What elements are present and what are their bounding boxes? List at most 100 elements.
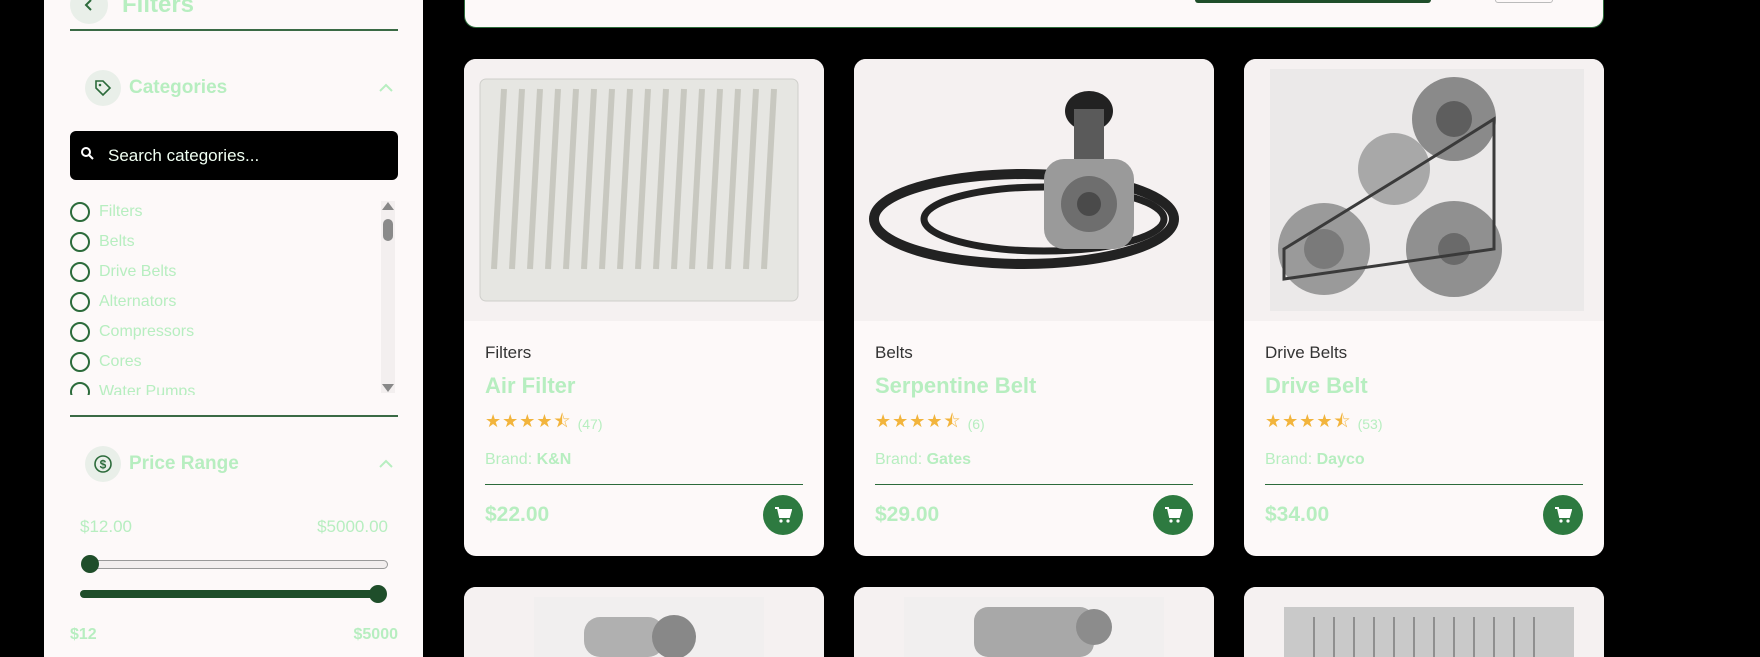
add-to-cart-button[interactable] [763,495,803,535]
product-rating: ★★★★⯪ (53) [1265,409,1583,439]
category-label: Water Pumps [99,383,196,395]
price-range-section-header[interactable]: $ Price Range [85,446,398,482]
list-item[interactable]: Alternators [70,287,370,317]
price-min-slider[interactable] [85,560,388,569]
divider [875,484,1193,485]
chevron-left-icon[interactable] [70,0,108,24]
product-brand: Brand: K&N [485,451,803,469]
product-rating: ★★★★⯪ (6) [875,409,1193,439]
list-item[interactable]: Belts [70,227,370,257]
scroll-thumb[interactable] [383,219,393,241]
divider [1265,484,1583,485]
product-category: Drive Belts [1265,343,1348,362]
radio-button[interactable] [70,352,90,372]
review-count: (6) [967,416,985,432]
review-count: (53) [1357,416,1383,432]
brand-value: K&N [536,451,572,468]
price-min-handle[interactable] [81,555,99,573]
scroll-up-icon[interactable] [382,202,394,210]
category-label: Alternators [99,293,177,310]
cart-icon [1555,507,1572,523]
product-card[interactable] [854,587,1214,657]
svg-text:$: $ [100,458,107,472]
product-brand: Brand: Gates [875,451,1193,469]
product-price: $22.00 [485,503,550,526]
price-range-title: Price Range [129,453,239,474]
product-name[interactable]: Serpentine Belt [875,373,1193,399]
product-price: $34.00 [1265,503,1330,526]
categories-section-header[interactable]: Categories [85,70,398,106]
product-category: Belts [875,343,913,362]
divider [485,484,803,485]
star-rating-icon: ★★★★⯪ [1265,411,1352,431]
category-label: Belts [99,233,135,250]
product-image[interactable] [854,59,1214,321]
category-search-input[interactable] [108,145,368,166]
category-label: Cores [99,353,142,370]
chevron-up-icon[interactable] [374,76,398,100]
chevron-up-icon[interactable] [374,452,398,476]
radio-button[interactable] [70,232,90,252]
cart-icon [1165,507,1182,523]
category-search-box [70,131,398,180]
product-image[interactable] [1244,59,1604,321]
brand-label: Brand: [485,451,533,468]
category-label: Drive Belts [99,263,177,280]
product-card[interactable]: Drive Belts Drive Belt ★★★★⯪ (53) Brand:… [1244,59,1604,556]
star-rating-icon: ★★★★⯪ [875,411,962,431]
filters-title: Filters [122,0,195,18]
product-category: Filters [485,343,532,362]
product-rating: ★★★★⯪ (47) [485,409,803,439]
add-to-cart-button[interactable] [1153,495,1193,535]
star-rating-icon: ★★★★⯪ [485,411,572,431]
divider [70,415,398,417]
toolbar-button[interactable] [1195,0,1431,3]
brand-label: Brand: [875,451,923,468]
radio-button[interactable] [70,292,90,312]
cart-icon [775,507,792,523]
product-name[interactable]: Air Filter [485,373,803,399]
product-brand: Brand: Dayco [1265,451,1583,469]
product-card[interactable] [464,587,824,657]
product-card[interactable]: Filters Air Filter ★★★★⯪ (47) Brand: K&N… [464,59,824,556]
list-item[interactable]: Water Pumps [70,377,370,395]
list-item[interactable]: Filters [70,197,370,227]
price-max-display: $5000.00 [317,517,388,536]
radio-button[interactable] [70,262,90,282]
tag-icon [85,70,121,106]
price-display: $12.00 $5000.00 [80,517,388,537]
product-card[interactable]: Belts Serpentine Belt ★★★★⯪ (6) Brand: G… [854,59,1214,556]
list-item[interactable]: Cores [70,347,370,377]
category-label: Filters [99,203,143,220]
categories-title: Categories [129,77,228,98]
price-max-handle[interactable] [369,585,387,603]
product-name[interactable]: Drive Belt [1265,373,1583,399]
brand-label: Brand: [1265,451,1313,468]
add-to-cart-button[interactable] [1543,495,1583,535]
product-image[interactable] [1244,587,1604,657]
category-scrollbar[interactable] [381,201,395,393]
radio-button[interactable] [70,322,90,342]
product-card[interactable] [1244,587,1604,657]
product-image[interactable] [854,587,1214,657]
list-item[interactable]: Compressors [70,317,370,347]
filters-header: Filters [70,0,194,24]
product-image[interactable] [464,587,824,657]
category-label: Compressors [99,323,195,340]
review-count: (47) [577,416,603,432]
list-item[interactable]: Drive Belts [70,257,370,287]
price-range-labels: $12 $5000 [70,626,398,644]
scroll-down-icon[interactable] [382,384,394,392]
product-price: $29.00 [875,503,940,526]
product-image[interactable] [464,59,824,321]
divider [70,29,398,31]
toolbar-button[interactable] [1495,0,1553,3]
brand-value: Gates [926,451,972,468]
dollar-circle-icon: $ [85,446,121,482]
price-max-slider[interactable] [80,590,383,598]
radio-button[interactable] [70,202,90,222]
radio-button[interactable] [70,382,90,395]
price-min-label: $12 [70,626,97,643]
category-list: Filters Belts Drive Belts Alternators Co… [70,197,370,395]
brand-value: Dayco [1316,451,1365,468]
